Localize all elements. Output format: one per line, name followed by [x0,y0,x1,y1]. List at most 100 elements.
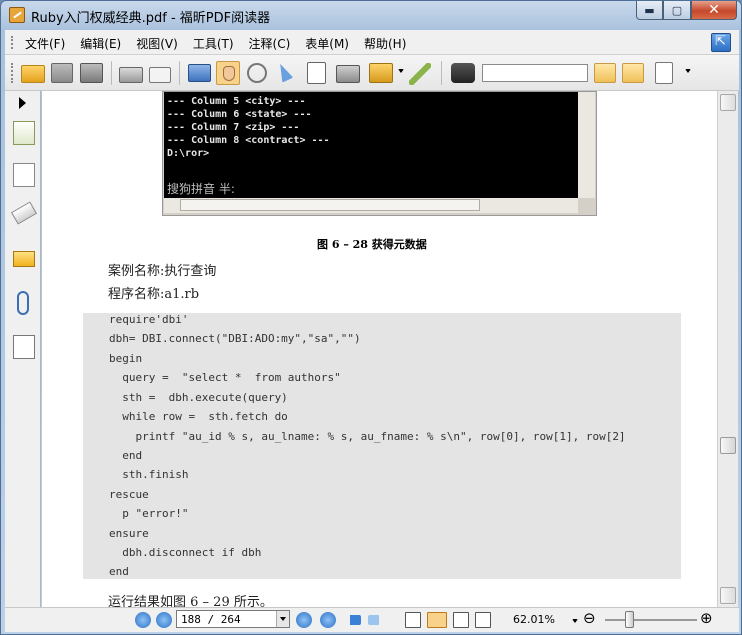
restore-toolbar-icon[interactable] [711,33,731,52]
code-line: printf "au_id % s, au_lname: % s, au_fna… [109,430,626,443]
code-line: sth = dbh.execute(query) [109,391,288,404]
pages-icon[interactable] [13,163,35,187]
toolbar-grip-handle[interactable] [11,63,13,83]
search-input[interactable] [482,64,588,82]
rms-dropdown-icon[interactable] [398,69,404,73]
next-page-icon[interactable] [296,612,312,628]
close-button[interactable]: ✕ [691,1,737,20]
terminal-line: --- Column 5 <city> --- [167,96,306,107]
menu-view[interactable]: 视图(V) [136,35,178,52]
zoom-out-icon[interactable]: ⊖ [583,609,596,627]
save-all-icon[interactable] [80,63,103,83]
result-text: 运行结果如图 6 – 29 所示。 [108,595,273,607]
zoom-in-icon[interactable]: ⊕ [700,609,713,627]
page-dropdown-icon[interactable] [276,611,289,627]
bookmarks-icon[interactable] [13,121,35,145]
menu-grip-handle[interactable] [11,36,13,49]
code-line: query = "select * from authors" [109,371,341,384]
figure-caption: 图 6 – 28 获得元数据 [317,238,427,251]
find-prev-icon[interactable] [594,63,616,83]
foxit-app-icon[interactable] [9,7,25,23]
signatures-icon[interactable] [13,335,35,359]
toolbar-separator [179,61,180,85]
window-controls: ▬ ▢ ✕ [636,1,737,21]
facing-pages-icon[interactable] [453,612,469,628]
menu-edit[interactable]: 编辑(E) [80,35,121,52]
toolbar-separator [111,61,112,85]
window-title: Ruby入门权威经典.pdf - 福昕PDF阅读器 [31,11,271,26]
highlight-icon[interactable] [655,62,673,84]
menu-items: 文件(F) 编辑(E) 视图(V) 工具(T) 注释(C) 表单(M) 帮助(H… [25,35,421,52]
document-view[interactable]: --- Column 5 <city> --- --- Column 6 <sta… [42,91,717,607]
page-number-field[interactable]: 188 / 264 [176,610,290,628]
zoom-slider-track[interactable] [605,619,697,621]
code-line: begin [109,352,143,365]
case-name-text: 案例名称:执行查询 [108,264,217,279]
terminal-line: D:\ror> [167,148,210,159]
expand-panel-icon[interactable] [19,97,26,109]
title-bar[interactable]: Ruby入门权威经典.pdf - 福昕PDF阅读器 ▬ ▢ ✕ [1,1,741,29]
comments-icon[interactable] [13,251,35,267]
save-icon[interactable] [51,63,73,83]
menu-comments[interactable]: 注释(C) [249,35,291,52]
menu-bar: 文件(F) 编辑(E) 视图(V) 工具(T) 注释(C) 表单(M) 帮助(H… [5,30,739,55]
fullscreen-icon[interactable] [188,64,211,82]
menu-file[interactable]: 文件(F) [25,35,65,52]
terminal-scroll-thumb [180,199,480,211]
layers-icon[interactable] [10,201,38,225]
figure-terminal-screenshot: --- Column 5 <city> --- --- Column 6 <sta… [162,91,597,216]
zoom-dropdown-icon[interactable] [572,619,578,623]
main-toolbar [5,55,739,91]
find-next-icon[interactable] [622,63,644,83]
rms-icon[interactable] [369,63,393,83]
typewriter-icon[interactable] [409,63,431,85]
print-icon[interactable] [119,67,143,83]
hand-tool-icon[interactable] [216,61,240,85]
zoom-tool-icon[interactable] [247,63,267,83]
menu-forms[interactable]: 表单(M) [305,35,349,52]
terminal-line: --- Column 6 <state> --- [167,109,312,120]
go-back-icon[interactable] [345,615,361,625]
continuous-facing-icon[interactable] [475,612,491,628]
code-line: require'dbi' [109,313,189,326]
first-page-icon[interactable] [135,612,151,628]
open-folder-icon[interactable] [21,65,45,83]
email-icon[interactable] [149,67,171,83]
code-line: end [109,449,143,462]
toolbar-separator [441,61,442,85]
terminal-ime-text: 搜狗拼音 半: [167,182,235,196]
zoom-level[interactable]: 62.01% [513,613,555,626]
go-forward-icon[interactable] [368,615,384,625]
terminal-vertical-scrollbar [578,92,595,198]
menu-tools[interactable]: 工具(T) [193,35,234,52]
last-page-icon[interactable] [320,612,336,628]
menu-help[interactable]: 帮助(H) [364,35,406,52]
continuous-page-icon[interactable] [427,612,447,628]
previous-page-icon[interactable] [156,612,172,628]
select-arrow-icon[interactable] [274,61,294,83]
code-line: end [109,565,129,578]
minimize-button[interactable]: ▬ [636,1,663,20]
text-select-icon[interactable] [307,62,326,84]
scroll-up-button[interactable] [720,94,736,111]
scroll-down-button[interactable] [720,587,736,604]
vertical-scrollbar[interactable] [717,91,738,607]
terminal-horizontal-scrollbar [164,198,578,213]
app-window: Ruby入门权威经典.pdf - 福昕PDF阅读器 ▬ ▢ ✕ 文件(F) 编辑… [0,0,742,635]
single-page-icon[interactable] [405,612,421,628]
code-block: require'dbi' dbh= DBI.connect("DBI:ADO:m… [83,313,681,579]
highlight-dropdown-icon[interactable] [685,69,691,73]
navigation-panel [5,91,41,607]
zoom-slider-thumb[interactable] [625,611,634,628]
terminal-output: --- Column 5 <city> --- --- Column 6 <sta… [164,92,578,198]
code-line: rescue [109,488,149,501]
code-line: dbh.disconnect if dbh [109,546,262,559]
maximize-button[interactable]: ▢ [663,1,691,20]
scroll-thumb[interactable] [720,437,736,454]
code-line: ensure [109,527,149,540]
attachments-icon[interactable] [17,291,29,315]
snapshot-icon[interactable] [336,65,360,83]
binoculars-icon[interactable] [451,63,475,83]
terminal-line: --- Column 7 <zip> --- [167,122,300,133]
code-line: sth.finish [109,468,189,481]
